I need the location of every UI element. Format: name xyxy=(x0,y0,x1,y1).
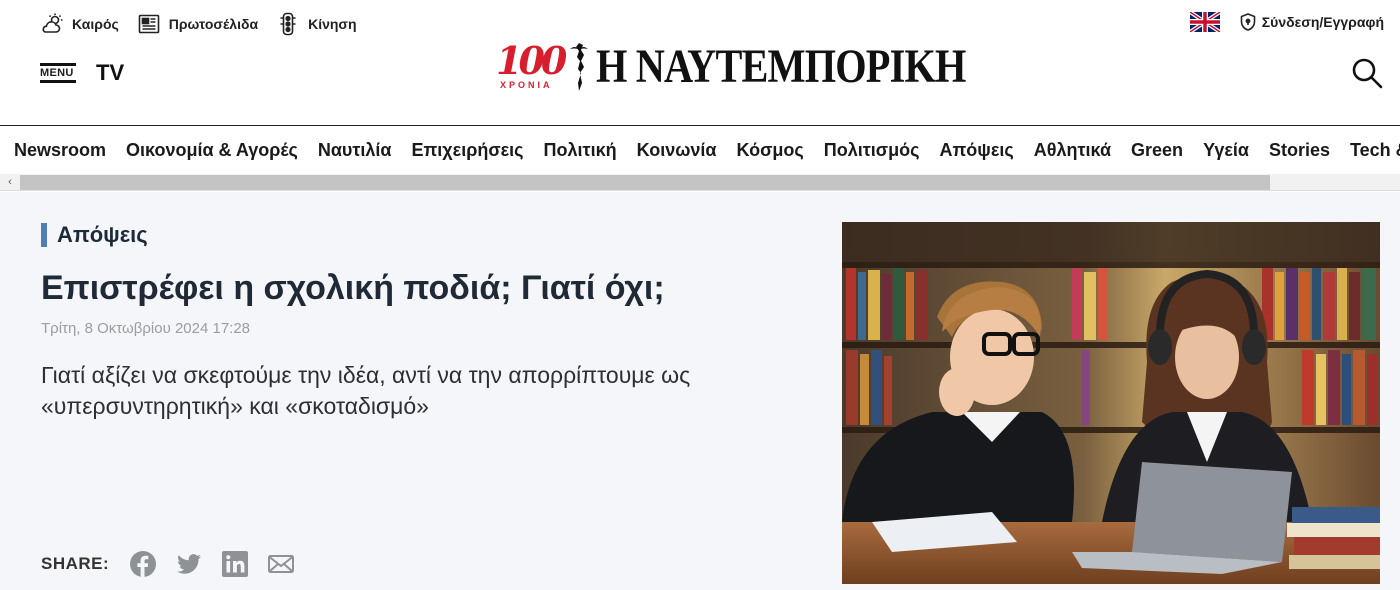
scroll-left-arrow-icon[interactable]: ‹ xyxy=(3,175,17,190)
header-right-utils: Σύνδεση/Εγγραφή xyxy=(1189,12,1384,32)
nav-item-11[interactable]: Υγεία xyxy=(1203,126,1249,174)
section-label: Απόψεις xyxy=(57,222,148,247)
login-label: Σύνδεση/Εγγραφή xyxy=(1261,14,1384,30)
utility-links: Καιρός Πρωτοσέλιδα Κίνηση xyxy=(40,12,357,36)
weather-icon xyxy=(42,13,63,33)
share-bar: SHARE: xyxy=(41,550,295,578)
share-label: SHARE: xyxy=(41,554,110,573)
nav-item-6[interactable]: Κόσμος xyxy=(737,126,804,174)
nav-item-3[interactable]: Επιχειρήσεις xyxy=(412,126,524,174)
article-datetime: Τρίτη, 8 Οκτωβρίου 2024 17:28 xyxy=(41,320,251,337)
nav-item-1[interactable]: Οικονομία & Αγορές xyxy=(126,126,298,174)
traffic-label: Κίνηση xyxy=(308,16,357,32)
nav-item-4[interactable]: Πολιτική xyxy=(544,126,617,174)
menu-label: MENU xyxy=(40,67,74,79)
nav-item-2[interactable]: Ναυτιλία xyxy=(318,126,392,174)
search-icon[interactable] xyxy=(1350,56,1384,90)
nav-item-0[interactable]: Newsroom xyxy=(14,126,106,174)
hero-image[interactable] xyxy=(842,222,1380,584)
login-link[interactable]: Σύνδεση/Εγγραφή xyxy=(1240,13,1384,31)
menu-button[interactable]: MENU xyxy=(40,63,76,83)
front-pages-label: Πρωτοσέλιδα xyxy=(168,16,259,32)
nav-item-13[interactable]: Tech & xyxy=(1350,126,1400,174)
menu-bar-bottom xyxy=(40,80,76,83)
newspaper-icon xyxy=(138,14,160,34)
weather-link[interactable]: Καιρός xyxy=(40,12,119,36)
nav-item-5[interactable]: Κοινωνία xyxy=(637,126,717,174)
tv-link[interactable]: TV xyxy=(96,60,124,86)
menu-row: MENU TV xyxy=(40,60,124,86)
students-photo xyxy=(842,222,1380,584)
linkedin-icon[interactable] xyxy=(221,550,249,578)
nav-scrollbar[interactable]: ‹ xyxy=(0,174,1400,191)
nav-item-9[interactable]: Αθλητικά xyxy=(1034,126,1111,174)
section-tag[interactable]: Απόψεις xyxy=(41,222,148,248)
nav-item-12[interactable]: Stories xyxy=(1269,126,1330,174)
nav-item-10[interactable]: Green xyxy=(1131,126,1183,174)
main-navigation: Newsroom Οικονομία & Αγορές Ναυτιλία Επιχει… xyxy=(0,125,1400,174)
hermes-icon xyxy=(570,43,588,91)
article-header: Απόψεις Επιστρέφει η σχολική ποδιά; Γιατ… xyxy=(0,192,1400,590)
twitter-icon[interactable] xyxy=(175,550,203,578)
logo-name: Η ΝΑΥΤΕΜΠΟΡΙΚΗ xyxy=(596,39,966,93)
weather-label: Καιρός xyxy=(72,16,119,32)
nav-item-7[interactable]: Πολιτισμός xyxy=(824,126,920,174)
article-lede: Γιατί αξίζει να σκεφτούμε την ιδέα, αντί… xyxy=(41,362,691,419)
front-pages-link[interactable]: Πρωτοσέλιδα xyxy=(137,12,258,36)
logo-years-label: ΧΡΟΝΙΑ xyxy=(500,80,553,90)
article-title: Επιστρέφει η σχολική ποδιά; Γιατί όχι; xyxy=(41,269,665,307)
site-header: Καιρός Πρωτοσέλιδα Κίνηση MENU TV 100 ΧΡ… xyxy=(0,0,1400,126)
scroll-thumb[interactable] xyxy=(20,175,1270,190)
traffic-link[interactable]: Κίνηση xyxy=(276,12,357,36)
site-logo[interactable]: 100 ΧΡΟΝΙΑ Η ΝΑΥΤΕΜΠΟΡΙΚΗ xyxy=(496,38,1036,94)
shield-icon xyxy=(1240,13,1256,31)
logo-100-years: 100 ΧΡΟΝΙΑ xyxy=(496,38,567,94)
section-accent-bar xyxy=(41,223,47,247)
uk-flag-icon[interactable] xyxy=(1189,12,1220,32)
logo-number: 100 xyxy=(496,38,567,83)
nav-list: Newsroom Οικονομία & Αγορές Ναυτιλία Επιχει… xyxy=(0,126,1400,174)
nav-item-8[interactable]: Απόψεις xyxy=(940,126,1014,174)
facebook-icon[interactable] xyxy=(129,550,157,578)
email-icon[interactable] xyxy=(267,550,295,578)
traffic-light-icon xyxy=(280,12,296,36)
